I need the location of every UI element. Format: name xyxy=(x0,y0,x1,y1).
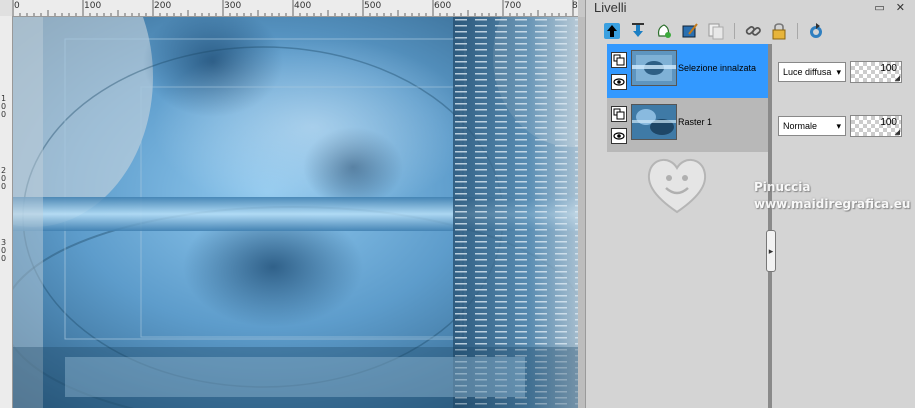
ruler-label: 0 xyxy=(1,110,7,119)
move-layer-up-icon[interactable] xyxy=(602,21,622,41)
chevron-down-icon: ▾ xyxy=(836,66,841,77)
layer-thumbnail xyxy=(631,50,677,86)
chevron-down-icon: ▾ xyxy=(836,120,841,131)
watermark: Pinuccia www.maidiregrafica.eu xyxy=(642,150,910,230)
canvas-artwork xyxy=(13,17,578,408)
layer-group-icon[interactable] xyxy=(611,52,627,68)
duplicate-layer-icon[interactable] xyxy=(706,21,726,41)
watermark-name: Pinuccia xyxy=(754,180,811,194)
splitter-handle[interactable]: ▸ xyxy=(766,230,776,272)
resize-grip-icon: ◢ xyxy=(894,129,900,136)
move-layer-down-icon[interactable] xyxy=(628,21,648,41)
ruler-label: 500 xyxy=(364,1,382,11)
image-editor-area: 0 100 200 300 400 500 600 700 8 1 0 0 2 … xyxy=(0,0,586,408)
opacity-field[interactable]: 100 ◢ xyxy=(850,115,902,137)
layer-name: Raster 1 xyxy=(678,117,713,127)
layer-properties-row: Normale ▾ 100 ◢ xyxy=(778,114,902,138)
ruler-label: 600 xyxy=(434,1,452,11)
ruler-label: 400 xyxy=(294,1,312,11)
blend-mode-value: Luce diffusa xyxy=(783,67,832,77)
eye-visibility-icon[interactable] xyxy=(611,128,627,144)
vertical-scrollbar[interactable] xyxy=(578,17,585,408)
layers-panel: Livelli ▭ ✕ Selezione innalzata Raster 1… xyxy=(586,0,915,408)
horizontal-ruler: 0 100 200 300 400 500 600 700 8 xyxy=(12,0,578,17)
layers-toolbar xyxy=(602,20,826,42)
vertical-ruler: 1 0 0 2 0 0 3 0 0 xyxy=(0,16,13,408)
edit-layer-icon[interactable] xyxy=(680,21,700,41)
ruler-label: 0 xyxy=(1,254,7,263)
panel-window-controls[interactable]: ▭ ✕ xyxy=(874,1,909,14)
blend-mode-value: Normale xyxy=(783,121,818,131)
layers-list: Selezione innalzata Raster 1 xyxy=(607,44,768,154)
toolbar-separator xyxy=(734,23,735,39)
opacity-value: 100 xyxy=(880,117,897,128)
opacity-field[interactable]: 100 ◢ xyxy=(850,61,902,83)
resize-grip-icon: ◢ xyxy=(894,75,900,82)
layer-group-icon[interactable] xyxy=(611,106,627,122)
ruler-label: 200 xyxy=(154,1,172,11)
new-layer-icon[interactable] xyxy=(654,21,674,41)
image-canvas[interactable] xyxy=(13,17,578,408)
ruler-label: 700 xyxy=(504,1,522,11)
layer-properties-row: Luce diffusa ▾ 100 ◢ xyxy=(778,60,902,84)
layer-name: Selezione innalzata xyxy=(678,63,757,73)
eye-visibility-icon[interactable] xyxy=(611,74,627,90)
layer-row-raster-1[interactable]: Raster 1 xyxy=(607,98,768,152)
heart-logo-icon xyxy=(647,159,707,214)
ruler-label: 300 xyxy=(224,1,242,11)
ruler-label: 0 xyxy=(1,182,7,191)
ruler-label: 100 xyxy=(84,1,102,11)
blend-mode-dropdown[interactable]: Normale ▾ xyxy=(778,116,846,136)
panel-title: Livelli xyxy=(594,0,627,15)
lock-icon[interactable] xyxy=(769,21,789,41)
toolbar-separator xyxy=(797,23,798,39)
ruler-label: 8 xyxy=(572,1,578,11)
ruler-label: 0 xyxy=(14,1,20,11)
blend-mode-dropdown[interactable]: Luce diffusa ▾ xyxy=(778,62,846,82)
layer-thumbnail xyxy=(631,104,677,140)
watermark-url: www.maidiregrafica.eu xyxy=(754,197,911,211)
layer-row-selezione-innalzata[interactable]: Selezione innalzata xyxy=(607,44,768,98)
link-icon[interactable] xyxy=(743,21,763,41)
refresh-icon[interactable] xyxy=(806,21,826,41)
opacity-value: 100 xyxy=(880,63,897,74)
